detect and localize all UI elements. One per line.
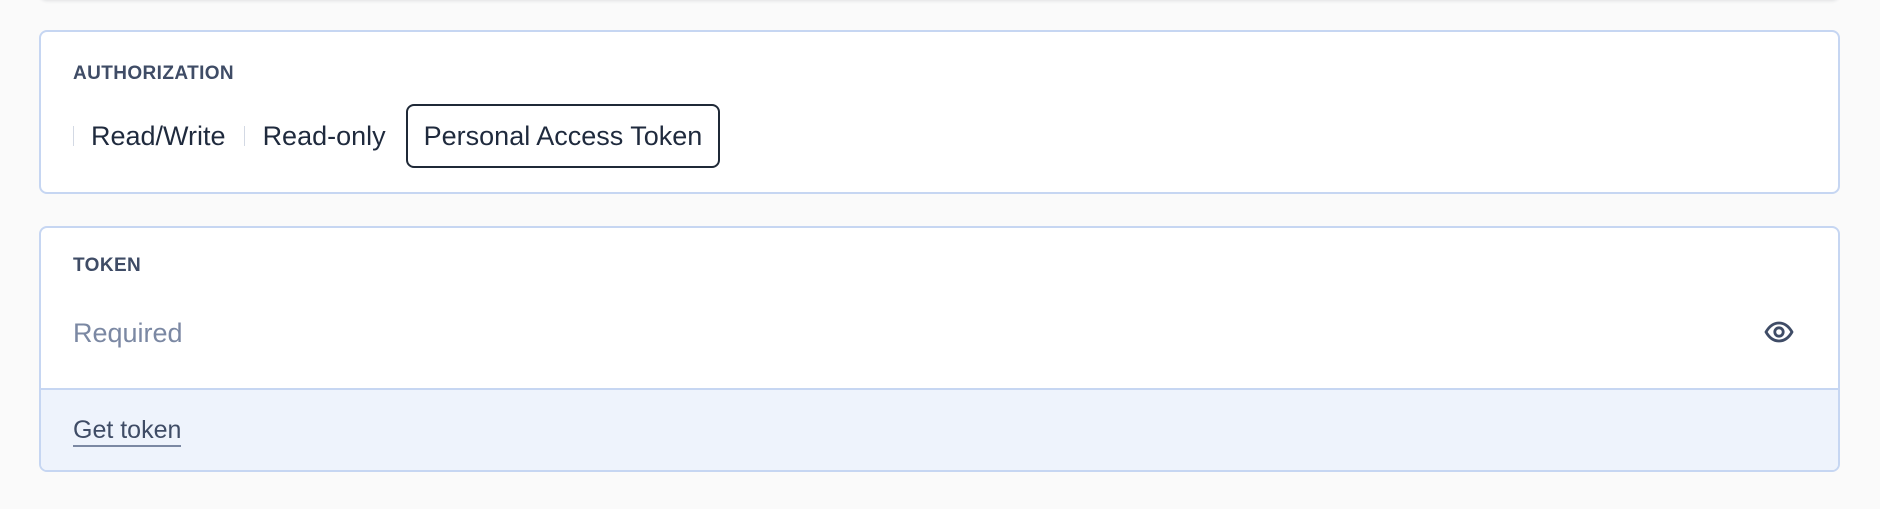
- token-card: TOKEN Get token: [39, 226, 1840, 472]
- authorization-card: AUTHORIZATION Read/Write Read-only Perso…: [39, 30, 1840, 194]
- token-label: TOKEN: [73, 255, 142, 276]
- option-read-only[interactable]: Read-only: [245, 104, 404, 168]
- eye-icon[interactable]: [1762, 317, 1796, 347]
- authorization-label: AUTHORIZATION: [73, 63, 235, 84]
- token-footer: Get token: [41, 388, 1838, 470]
- get-token-link[interactable]: Get token: [73, 416, 182, 447]
- authorization-options: Read/Write Read-only Personal Access Tok…: [73, 104, 721, 168]
- option-personal-access-token[interactable]: Personal Access Token: [405, 104, 721, 168]
- token-input[interactable]: [73, 308, 1753, 358]
- option-read-write[interactable]: Read/Write: [74, 104, 244, 168]
